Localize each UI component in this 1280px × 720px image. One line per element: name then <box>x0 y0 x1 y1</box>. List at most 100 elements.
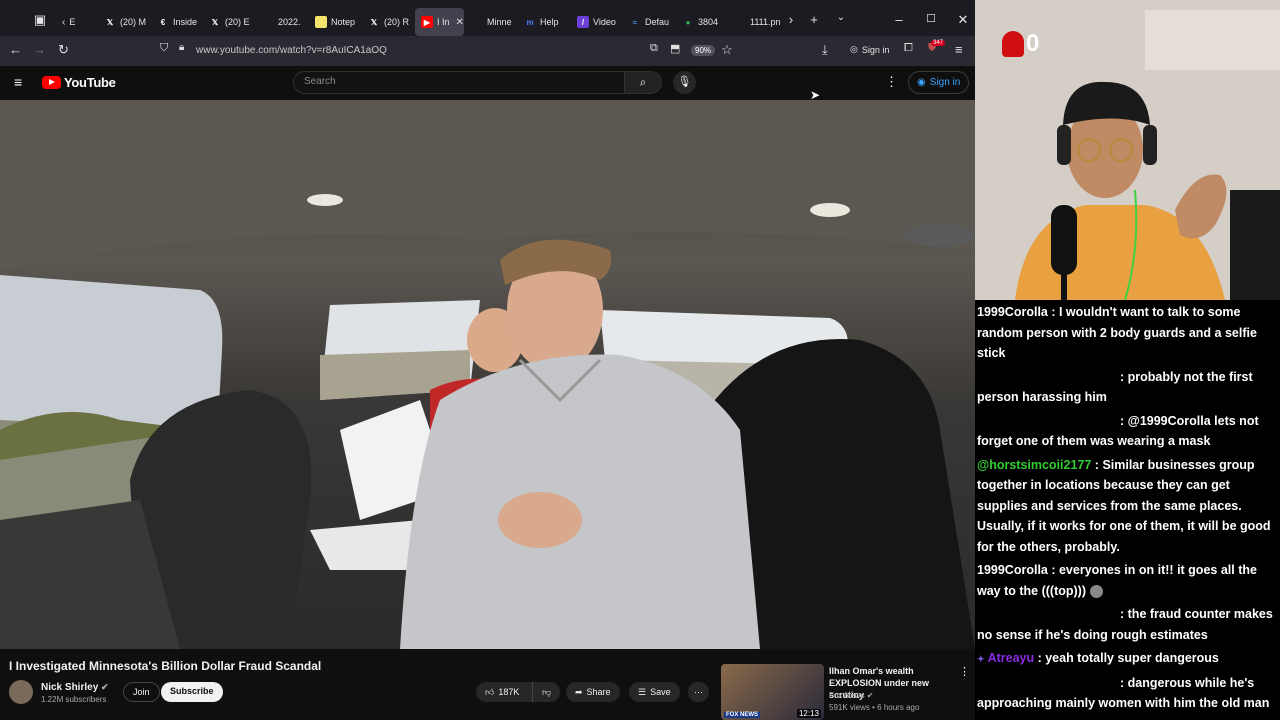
back-arrow-icon[interactable]: ← <box>9 42 22 57</box>
viewer-icon <box>1002 31 1024 57</box>
browser-tab-6[interactable]: Notep <box>315 8 361 36</box>
badge-icon: ✦ <box>977 654 985 664</box>
microphone-icon: 🎙︎ <box>677 76 692 88</box>
browser-tab-12[interactable]: ≈ Defau <box>629 8 675 36</box>
share-icon: ➦ <box>575 686 583 697</box>
browser-sign-in-button[interactable]: ◎ Sign in <box>850 44 889 55</box>
channel-name[interactable]: Nick Shirley ✔ <box>41 682 109 693</box>
chat-message: : the fraud counter makes no sense if he… <box>977 607 1273 642</box>
bookmark-star-icon[interactable]: ☆ <box>721 42 733 58</box>
chat-message: : dangerous while he's approaching mainl… <box>977 675 1270 711</box>
chat-message: @horstsimcoii2177 : Similar businesses g… <box>977 457 1271 554</box>
subscriber-count: 1.22M subscribers <box>41 695 107 704</box>
shield-icon[interactable]: ⛉ <box>160 42 168 55</box>
tab-overview-icon[interactable]: ▣ <box>32 12 48 28</box>
youtube-play-icon <box>42 76 61 89</box>
browser-tab-active[interactable]: ▶ I In ✕ <box>415 8 464 36</box>
browser-tab-3[interactable]: € Inside <box>157 8 201 36</box>
thumbs-down-icon: 👎︎ <box>542 686 552 697</box>
browser-tab-4[interactable]: 𝕏 (20) E <box>209 8 255 36</box>
forward-arrow-icon[interactable]: → <box>33 42 46 57</box>
x-logo-icon: 𝕏 <box>211 17 219 27</box>
browser-tab-13[interactable]: ● 3804 <box>682 8 726 36</box>
browser-tab-11[interactable]: / Video <box>577 8 621 36</box>
inside-icon: € <box>160 17 166 27</box>
stream-chat: 1999Corolla : I wouldn't want to talk to… <box>975 300 1280 720</box>
viewer-count: 0 <box>1002 30 1039 58</box>
image-icon <box>734 16 746 28</box>
url-bar[interactable]: www.youtube.com/watch?v=r8AuICA1aOQ <box>196 45 387 56</box>
more-options-icon[interactable]: ⋮ <box>885 74 898 90</box>
minimize-icon[interactable]: – <box>891 12 907 27</box>
browser-tab-7[interactable]: 𝕏 (20) R <box>368 8 412 36</box>
car-ceiling <box>0 100 975 270</box>
x-logo-icon: 𝕏 <box>106 17 114 27</box>
like-button[interactable]: 👍︎ 187K <box>476 682 532 702</box>
chevron-right-icon[interactable]: › <box>783 12 799 27</box>
browser-tab-9[interactable]: Minne <box>471 8 515 36</box>
video-title: I Investigated Minnesota's Billion Dolla… <box>9 659 322 673</box>
video-player[interactable] <box>0 100 975 649</box>
close-icon[interactable]: ✕ <box>456 17 464 28</box>
recommended-channel[interactable]: Fox News ✔ <box>829 691 874 700</box>
search-icon: ⌕ <box>639 75 647 89</box>
search-input[interactable]: Search <box>293 71 625 94</box>
notification-badge: 347 <box>931 40 946 46</box>
picture-in-picture-icon[interactable]: ⧉ <box>650 42 658 55</box>
save-button[interactable]: ☰ Save <box>629 682 680 702</box>
verified-icon: ✔ <box>866 691 874 700</box>
default-icon: ≈ <box>632 17 638 27</box>
hamburger-menu-icon[interactable]: ≡ <box>955 42 963 57</box>
new-tab-icon[interactable]: + <box>806 12 822 27</box>
chevron-left-icon: ‹ <box>62 16 66 28</box>
x-logo-icon: 𝕏 <box>370 17 378 27</box>
join-button[interactable]: Join <box>123 682 160 702</box>
hoodie <box>400 354 760 649</box>
verified-icon: ✔ <box>101 682 109 692</box>
save-playlist-icon: ☰ <box>638 686 647 697</box>
video-frame <box>0 100 975 649</box>
search-button[interactable]: ⌕ <box>624 71 662 94</box>
maximize-icon[interactable]: ☐ <box>923 12 939 25</box>
chat-message: : @1999Corolla lets not forget one of th… <box>977 413 1259 449</box>
blank-icon <box>471 16 483 28</box>
emote-icon <box>1089 584 1103 598</box>
recommended-thumbnail[interactable]: FOX NEWS 12:13 <box>721 664 824 720</box>
guide-menu-icon[interactable]: ≡ <box>14 74 22 90</box>
thumbs-up-icon: 👍︎ <box>485 686 495 697</box>
video-icon: / <box>577 16 589 28</box>
share-button[interactable]: ➦ Share <box>566 682 620 702</box>
recommended-more-icon[interactable]: ⋮ <box>959 665 970 678</box>
microphone <box>1051 205 1077 275</box>
browser-tab-5[interactable]: 2022. <box>262 8 308 36</box>
browser-tab-10[interactable]: m Help <box>524 8 570 36</box>
voice-search-button[interactable]: 🎙︎ <box>673 71 696 94</box>
youtube-logo[interactable]: YouTube <box>42 75 116 90</box>
window-close-icon[interactable]: ✕ <box>955 12 971 28</box>
youtube-icon: ▶ <box>421 16 433 28</box>
help-icon: m <box>526 17 534 27</box>
browser-tab-14[interactable]: 1111.png <box>734 8 780 36</box>
lock-icon[interactable]: 🔒︎ <box>179 42 184 53</box>
youtube-sign-in-button[interactable]: ◉ Sign in <box>908 71 970 94</box>
browser-tab-1[interactable]: ‹ E <box>62 8 100 36</box>
download-icon[interactable]: ⤓ <box>822 42 828 58</box>
browser-tab-2[interactable]: 𝕏 (20) M <box>104 8 150 36</box>
doc-icon <box>262 16 274 28</box>
chat-message: ✦ Atreayu : yeah totally super dangerous <box>977 651 1219 665</box>
reload-icon[interactable]: ↻ <box>58 42 69 58</box>
zoom-level[interactable]: 90% <box>691 45 716 56</box>
browser-nav-bar: ← → ↻ ⛉ 🔒︎ www.youtube.com/watch?v=r8AuI… <box>0 36 975 66</box>
chat-message: : probably not the first person harassin… <box>977 369 1253 405</box>
video-duration: 12:13 <box>796 709 821 718</box>
save-page-icon[interactable]: ⬒ <box>670 42 680 55</box>
more-actions-button[interactable]: ⋯ <box>688 682 709 702</box>
subscribe-button[interactable]: Subscribe <box>161 682 223 702</box>
channel-avatar[interactable] <box>9 680 33 704</box>
fox-news-logo: FOX NEWS <box>724 712 761 718</box>
more-horizontal-icon: ⋯ <box>694 686 703 697</box>
chevron-down-icon[interactable]: ⌄ <box>833 12 849 23</box>
dislike-button[interactable]: 👎︎ <box>532 682 560 702</box>
account-icon: ◎ <box>850 44 858 54</box>
extensions-icon[interactable]: ⧠ <box>904 42 913 55</box>
